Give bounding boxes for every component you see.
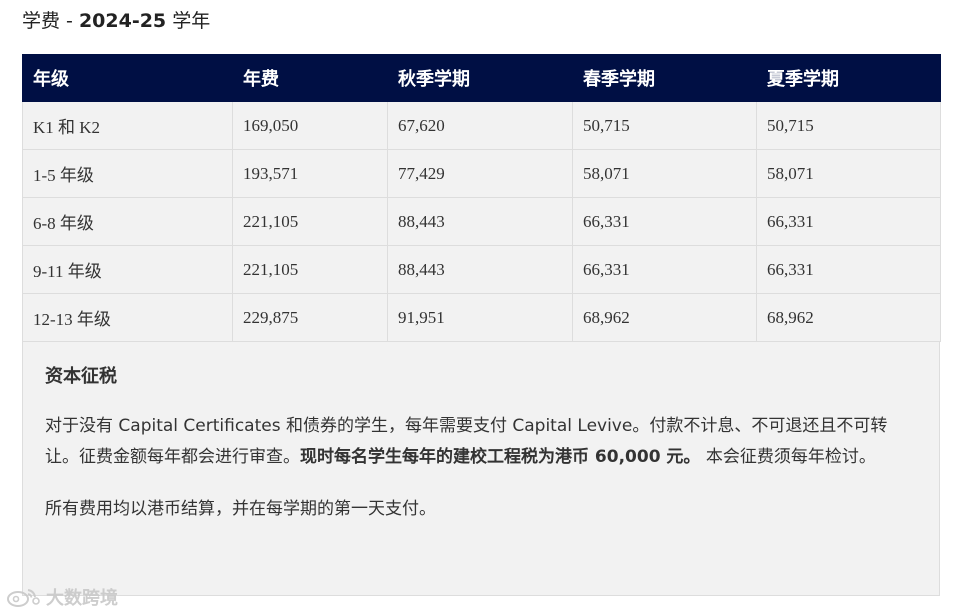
- cell-spring-fee: 68,962: [572, 293, 757, 342]
- cell-autumn-fee: 67,620: [387, 101, 573, 150]
- column-header-grade: 年级: [22, 54, 233, 102]
- table-row: 9-11 年级 221,105 88,443 66,331 66,331: [22, 245, 941, 294]
- cell-summer-fee: 50,715: [756, 101, 941, 150]
- table-row: 1-5 年级 193,571 77,429 58,071 58,071: [22, 149, 941, 198]
- cell-summer-fee: 66,331: [756, 245, 941, 294]
- cell-annual-fee: 193,571: [232, 149, 388, 198]
- cell-annual-fee: 221,105: [232, 245, 388, 294]
- notes-title: 资本征税: [45, 366, 117, 387]
- cell-summer-fee: 68,962: [756, 293, 941, 342]
- cell-spring-fee: 58,071: [572, 149, 757, 198]
- column-header-summer-term: 夏季学期: [756, 54, 941, 102]
- capital-levy-notes: 资本征税 对于没有 Capital Certificates 和债券的学生，每年…: [22, 342, 940, 596]
- cell-spring-fee: 50,715: [572, 101, 757, 150]
- tuition-fee-table: 年级 年费 秋季学期 春季学期 夏季学期 K1 和 K2 169,050 67,…: [22, 54, 941, 342]
- column-header-spring-term: 春季学期: [572, 54, 757, 102]
- notes-levy-review: 本会征费须每年检讨。: [700, 447, 876, 467]
- cell-autumn-fee: 77,429: [387, 149, 573, 198]
- cell-annual-fee: 221,105: [232, 197, 388, 246]
- page-title-year: 2024-25: [78, 10, 167, 32]
- page-title-suffix: 学年: [166, 10, 211, 32]
- cell-spring-fee: 66,331: [572, 245, 757, 294]
- cell-spring-fee: 66,331: [572, 197, 757, 246]
- cell-autumn-fee: 91,951: [387, 293, 573, 342]
- cell-grade: 12-13 年级: [22, 293, 233, 342]
- table-header-row: 年级 年费 秋季学期 春季学期 夏季学期: [22, 54, 941, 102]
- cell-grade: 9-11 年级: [22, 245, 233, 294]
- table-row: 12-13 年级 229,875 91,951 68,962 68,962: [22, 293, 941, 342]
- notes-paragraph-levy: 对于没有 Capital Certificates 和债券的学生，每年需要支付 …: [45, 410, 917, 472]
- notes-paragraph-payment: 所有费用均以港币结算，并在每学期的第一天支付。: [45, 499, 436, 519]
- column-header-annual-fee: 年费: [232, 54, 388, 102]
- page-title-label: 学费 -: [22, 10, 79, 32]
- cell-annual-fee: 229,875: [232, 293, 388, 342]
- notes-levy-amount: 现时每名学生每年的建校工程税为港币 60,000 元。: [300, 447, 701, 467]
- watermark: 大数跨境: [6, 584, 118, 610]
- page-title: 学费 - 2024-25 学年: [22, 8, 210, 34]
- watermark-text: 大数跨境: [46, 588, 118, 609]
- table-row: 6-8 年级 221,105 88,443 66,331 66,331: [22, 197, 941, 246]
- cell-annual-fee: 169,050: [232, 101, 388, 150]
- cell-grade: K1 和 K2: [22, 101, 233, 150]
- weibo-logo-icon: [6, 586, 42, 608]
- cell-autumn-fee: 88,443: [387, 197, 573, 246]
- column-header-autumn-term: 秋季学期: [387, 54, 573, 102]
- cell-summer-fee: 58,071: [756, 149, 941, 198]
- cell-autumn-fee: 88,443: [387, 245, 573, 294]
- cell-grade: 1-5 年级: [22, 149, 233, 198]
- cell-summer-fee: 66,331: [756, 197, 941, 246]
- cell-grade: 6-8 年级: [22, 197, 233, 246]
- table-row: K1 和 K2 169,050 67,620 50,715 50,715: [22, 101, 941, 150]
